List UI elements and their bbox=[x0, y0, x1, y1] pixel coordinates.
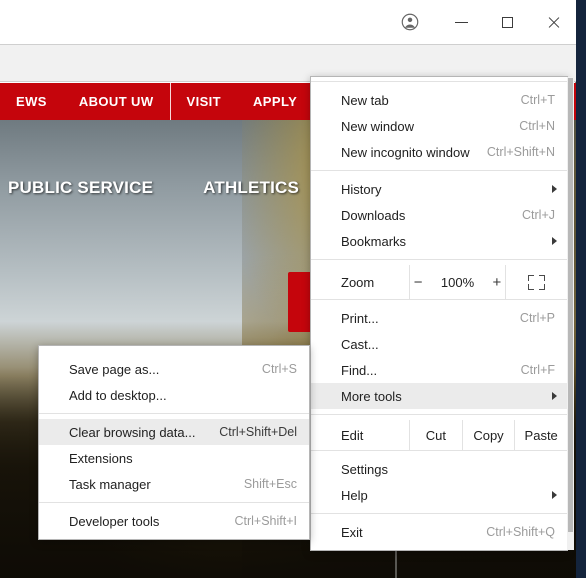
edit-label: Edit bbox=[341, 427, 364, 443]
nav-item-visit[interactable]: VISIT bbox=[171, 94, 238, 109]
menu-item-label: Downloads bbox=[341, 207, 406, 223]
maximize-icon bbox=[501, 16, 513, 28]
menu-item-label: Help bbox=[341, 487, 368, 503]
menu-item-shortcut: Shift+Esc bbox=[243, 477, 297, 491]
menu-separator bbox=[311, 513, 567, 514]
menu-separator bbox=[311, 414, 567, 415]
menu-item-history[interactable]: History bbox=[311, 176, 567, 202]
fullscreen-icon bbox=[528, 274, 545, 290]
menu-item-shortcut: Ctrl+Shift+Del bbox=[219, 425, 297, 439]
profile-avatar-button[interactable] bbox=[382, 0, 438, 44]
hero-label-athletics[interactable]: ATHLETICS bbox=[203, 178, 299, 198]
menu-item-label: Developer tools bbox=[69, 513, 160, 529]
zoom-label: Zoom bbox=[341, 274, 375, 290]
menu-item-exit[interactable]: Exit Ctrl+Shift+Q bbox=[311, 519, 567, 545]
fullscreen-button[interactable] bbox=[505, 265, 567, 299]
menu-item-label: Bookmarks bbox=[341, 233, 407, 249]
menu-item-new-tab[interactable]: New tab Ctrl+T bbox=[311, 87, 567, 113]
minimize-icon bbox=[454, 21, 468, 23]
nav-divider bbox=[169, 83, 171, 120]
chrome-main-menu: New tab Ctrl+T New window Ctrl+N New inc… bbox=[310, 76, 574, 551]
submenu-item-add-to-desktop[interactable]: Add to desktop... bbox=[39, 382, 309, 408]
menu-separator bbox=[311, 170, 567, 171]
hero-label-public-service[interactable]: PUBLIC SERVICE bbox=[8, 178, 153, 198]
menu-item-shortcut: Ctrl+F bbox=[520, 363, 555, 377]
menu-item-new-incognito-window[interactable]: New incognito window Ctrl+Shift+N bbox=[311, 139, 567, 165]
menu-item-label: Find... bbox=[341, 362, 378, 378]
menu-item-label: Add to desktop... bbox=[69, 387, 167, 403]
submenu-item-task-manager[interactable]: Task manager Shift+Esc bbox=[39, 471, 309, 497]
chevron-right-icon bbox=[552, 392, 557, 400]
menu-item-label: More tools bbox=[341, 388, 402, 404]
menu-item-label: New incognito window bbox=[341, 144, 470, 160]
menu-item-label: History bbox=[341, 181, 382, 197]
menu-item-new-window[interactable]: New window Ctrl+N bbox=[311, 113, 567, 139]
menu-item-more-tools[interactable]: More tools bbox=[311, 383, 567, 409]
hero-carousel-tab[interactable] bbox=[288, 272, 312, 332]
menu-item-shortcut: Ctrl+Shift+Q bbox=[486, 525, 555, 539]
menu-item-cast[interactable]: Cast... bbox=[311, 331, 567, 357]
chevron-right-icon bbox=[552, 237, 557, 245]
menu-item-shortcut: Ctrl+Shift+N bbox=[486, 145, 555, 159]
zoom-controls: − 100% + bbox=[409, 265, 505, 299]
paste-button[interactable]: Paste bbox=[514, 420, 567, 450]
menu-item-label: Clear browsing data... bbox=[69, 424, 196, 440]
submenu-item-clear-browsing-data[interactable]: Clear browsing data... Ctrl+Shift+Del bbox=[39, 419, 309, 445]
profile-avatar-icon bbox=[401, 13, 419, 31]
menu-item-settings[interactable]: Settings bbox=[311, 456, 567, 482]
menu-scrollbar-thumb[interactable] bbox=[568, 78, 573, 533]
zoom-row: Zoom − 100% + bbox=[311, 265, 567, 299]
menu-item-label: Task manager bbox=[69, 476, 151, 492]
nav-item-apply[interactable]: APPLY bbox=[237, 94, 313, 109]
menu-separator bbox=[39, 502, 309, 503]
more-tools-submenu: Save page as... Ctrl+S Add to desktop...… bbox=[38, 345, 310, 540]
zoom-out-button[interactable]: − bbox=[414, 274, 423, 291]
menu-item-label: New window bbox=[341, 118, 414, 134]
menu-item-label: Save page as... bbox=[69, 361, 160, 377]
menu-item-help[interactable]: Help bbox=[311, 482, 567, 508]
menu-item-label: Print... bbox=[341, 310, 379, 326]
menu-item-label: Extensions bbox=[69, 450, 133, 466]
browser-window-screenshot: EWS ABOUT UW VISIT APPLY JOBS PUBLIC SER… bbox=[0, 0, 586, 578]
menu-item-shortcut: Ctrl+T bbox=[520, 93, 555, 107]
menu-item-downloads[interactable]: Downloads Ctrl+J bbox=[311, 202, 567, 228]
menu-separator bbox=[311, 299, 567, 300]
submenu-item-extensions[interactable]: Extensions bbox=[39, 445, 309, 471]
desktop-background-strip bbox=[577, 0, 586, 578]
menu-item-shortcut: Ctrl+Shift+I bbox=[234, 514, 297, 528]
menu-item-bookmarks[interactable]: Bookmarks bbox=[311, 228, 567, 254]
chevron-right-icon bbox=[552, 185, 557, 193]
title-bar bbox=[0, 0, 576, 44]
menu-separator bbox=[311, 450, 567, 451]
submenu-top-pad bbox=[39, 350, 309, 351]
edit-row: Edit Cut Copy Paste bbox=[311, 420, 567, 450]
menu-item-shortcut: Ctrl+N bbox=[519, 119, 555, 133]
cut-button[interactable]: Cut bbox=[409, 420, 462, 450]
menu-item-label: Settings bbox=[341, 461, 388, 477]
menu-item-label: Exit bbox=[341, 524, 363, 540]
menu-item-find[interactable]: Find... Ctrl+F bbox=[311, 357, 567, 383]
menu-item-print[interactable]: Print... Ctrl+P bbox=[311, 305, 567, 331]
zoom-level-value: 100% bbox=[440, 274, 475, 290]
menu-separator bbox=[39, 413, 309, 414]
submenu-item-save-page-as[interactable]: Save page as... Ctrl+S bbox=[39, 356, 309, 382]
maximize-button[interactable] bbox=[484, 0, 530, 44]
menu-item-shortcut: Ctrl+J bbox=[522, 208, 555, 222]
submenu-item-developer-tools[interactable]: Developer tools Ctrl+Shift+I bbox=[39, 508, 309, 534]
close-button[interactable] bbox=[530, 0, 576, 44]
menu-scrollbar[interactable] bbox=[567, 77, 574, 550]
chevron-right-icon bbox=[552, 491, 557, 499]
copy-button[interactable]: Copy bbox=[461, 420, 515, 450]
menu-item-shortcut: Ctrl+P bbox=[519, 311, 555, 325]
menu-item-shortcut: Ctrl+S bbox=[261, 362, 297, 376]
menu-separator bbox=[311, 259, 567, 260]
nav-item-about-uw[interactable]: ABOUT UW bbox=[63, 94, 170, 109]
minimize-button[interactable] bbox=[438, 0, 484, 44]
close-icon bbox=[547, 16, 560, 29]
nav-item-news[interactable]: EWS bbox=[0, 94, 63, 109]
zoom-in-button[interactable]: + bbox=[493, 274, 502, 291]
menu-item-label: Cast... bbox=[341, 336, 379, 352]
menu-item-label: New tab bbox=[341, 92, 389, 108]
menu-separator bbox=[311, 81, 567, 82]
